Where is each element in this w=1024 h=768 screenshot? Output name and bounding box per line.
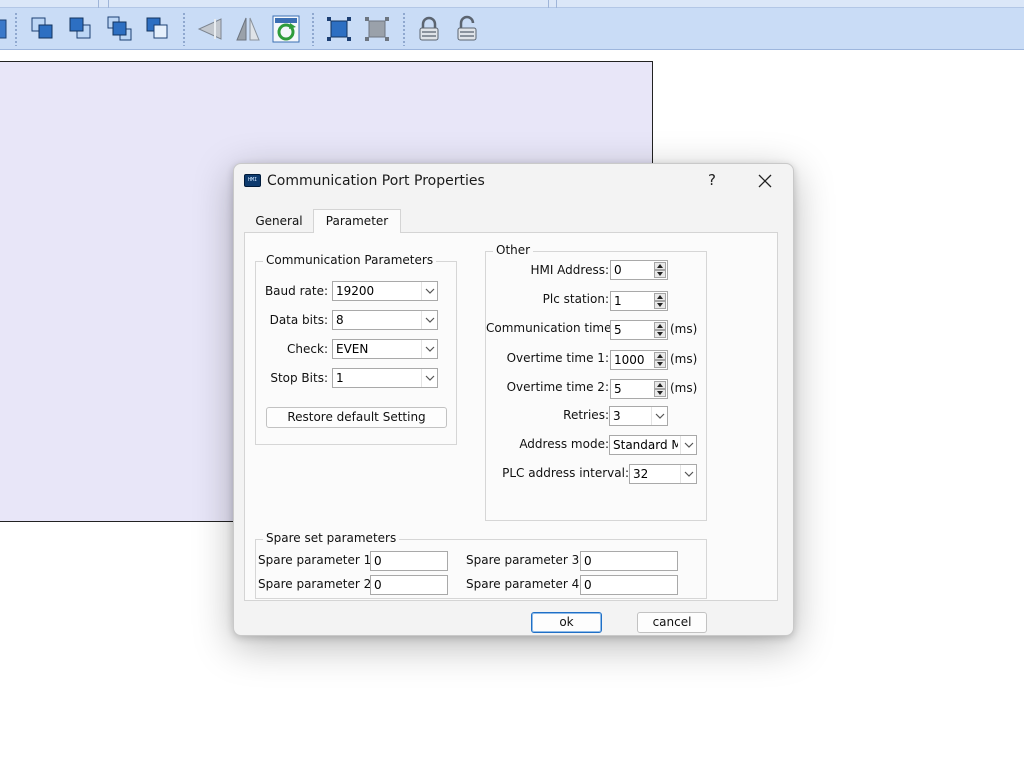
address-mode-select[interactable]: Standard Mode [609,435,697,455]
spare-param1-input[interactable]: 0 [370,551,448,571]
overtime2-label: Overtime time 2: [506,380,609,394]
plc-station-spinner[interactable]: 1 [610,291,668,311]
overtime1-unit: (ms) [670,352,698,366]
tab-general[interactable]: General [245,210,313,233]
hmi-app-icon: HMI [244,174,261,187]
overtime2-spinner[interactable]: 5 [610,379,668,399]
group-icon[interactable] [324,14,354,44]
chevron-down-icon [421,340,437,358]
spin-up-icon[interactable] [654,352,666,360]
spare-param3-input[interactable]: 0 [580,551,678,571]
chevron-down-icon [680,436,696,454]
comm-params-group: Communication Parameters Baud rate: 1920… [255,253,457,445]
cancel-button[interactable]: cancel [637,612,707,633]
refresh-icon[interactable] [271,14,301,44]
plc-station-label: Plc station: [542,292,609,306]
send-to-back-icon[interactable] [143,14,173,44]
unlock-icon[interactable] [452,14,482,44]
bring-forward-icon[interactable] [28,14,58,44]
spare-param1-label: Spare parameter 1: [258,553,376,567]
spare-param4-input[interactable]: 0 [580,575,678,595]
other-group: Other HMI Address: 0 Plc station: 1 Comm… [485,243,707,521]
spin-down-icon[interactable] [654,389,666,397]
stop-bits-select[interactable]: 1 [332,368,438,388]
overtime1-label: Overtime time 1: [506,351,609,365]
plc-interval-label: PLC address interval: [502,466,629,480]
spin-up-icon[interactable] [654,293,666,301]
plc-interval-select[interactable]: 32 [629,464,697,484]
partial-tool-icon[interactable] [0,14,12,44]
ungroup-icon[interactable] [362,14,392,44]
stop-bits-label: Stop Bits: [270,371,328,385]
top-menu-strip [0,0,1024,8]
comm-time-unit: (ms) [670,322,698,336]
spare-params-group: Spare set parameters Spare parameter 1: … [255,531,707,599]
baud-rate-select[interactable]: 19200 [332,281,438,301]
dialog-title: Communication Port Properties [267,173,485,189]
help-button[interactable]: ? [704,171,720,191]
spin-down-icon[interactable] [654,270,666,278]
spin-down-icon[interactable] [654,360,666,368]
spin-up-icon[interactable] [654,381,666,389]
spare-params-title: Spare set parameters [263,531,400,545]
chevron-down-icon [680,465,696,483]
ok-button[interactable]: ok [531,612,602,633]
overtime2-unit: (ms) [670,381,698,395]
baud-rate-label: Baud rate: [264,284,328,298]
lock-icon[interactable] [414,14,444,44]
data-bits-select[interactable]: 8 [332,310,438,330]
chevron-down-icon [421,311,437,329]
spare-param2-input[interactable]: 0 [370,575,448,595]
retries-select[interactable]: 3 [609,406,668,426]
flip-horizontal-icon[interactable] [195,14,225,44]
parameter-panel: Communication Parameters Baud rate: 1920… [244,232,778,601]
tab-parameter[interactable]: Parameter [313,209,401,233]
hmi-address-spinner[interactable]: 0 [610,260,668,280]
data-bits-label: Data bits: [269,313,328,327]
spin-down-icon[interactable] [654,330,666,338]
retries-label: Retries: [563,408,609,422]
flip-vertical-icon[interactable] [233,14,263,44]
check-label: Check: [287,342,328,356]
restore-default-button[interactable]: Restore default Setting [266,407,447,428]
spare-param2-label: Spare parameter 2: [258,577,376,591]
close-icon[interactable] [752,168,778,194]
overtime1-spinner[interactable]: 1000 [610,350,668,370]
spin-up-icon[interactable] [654,262,666,270]
chevron-down-icon [421,369,437,387]
chevron-down-icon [421,282,437,300]
send-backward-icon[interactable] [66,14,96,44]
toolbar [0,8,1024,50]
address-mode-label: Address mode: [519,437,609,451]
spin-down-icon[interactable] [654,301,666,309]
communication-port-dialog: HMI Communication Port Properties ? Gene… [233,163,794,636]
bring-to-front-icon[interactable] [105,14,135,44]
other-title: Other [493,243,534,257]
dialog-titlebar: HMI Communication Port Properties ? [234,164,793,198]
hmi-address-label: HMI Address: [530,263,609,277]
chevron-down-icon [651,407,667,425]
spare-param4-label: Spare parameter 4: [466,577,584,591]
comm-params-title: Communication Parameters [263,253,437,267]
spare-param3-label: Spare parameter 3: [466,553,584,567]
comm-time-label: Communication time: [486,321,616,335]
check-select[interactable]: EVEN [332,339,438,359]
spin-up-icon[interactable] [654,322,666,330]
comm-time-spinner[interactable]: 5 [610,320,668,340]
